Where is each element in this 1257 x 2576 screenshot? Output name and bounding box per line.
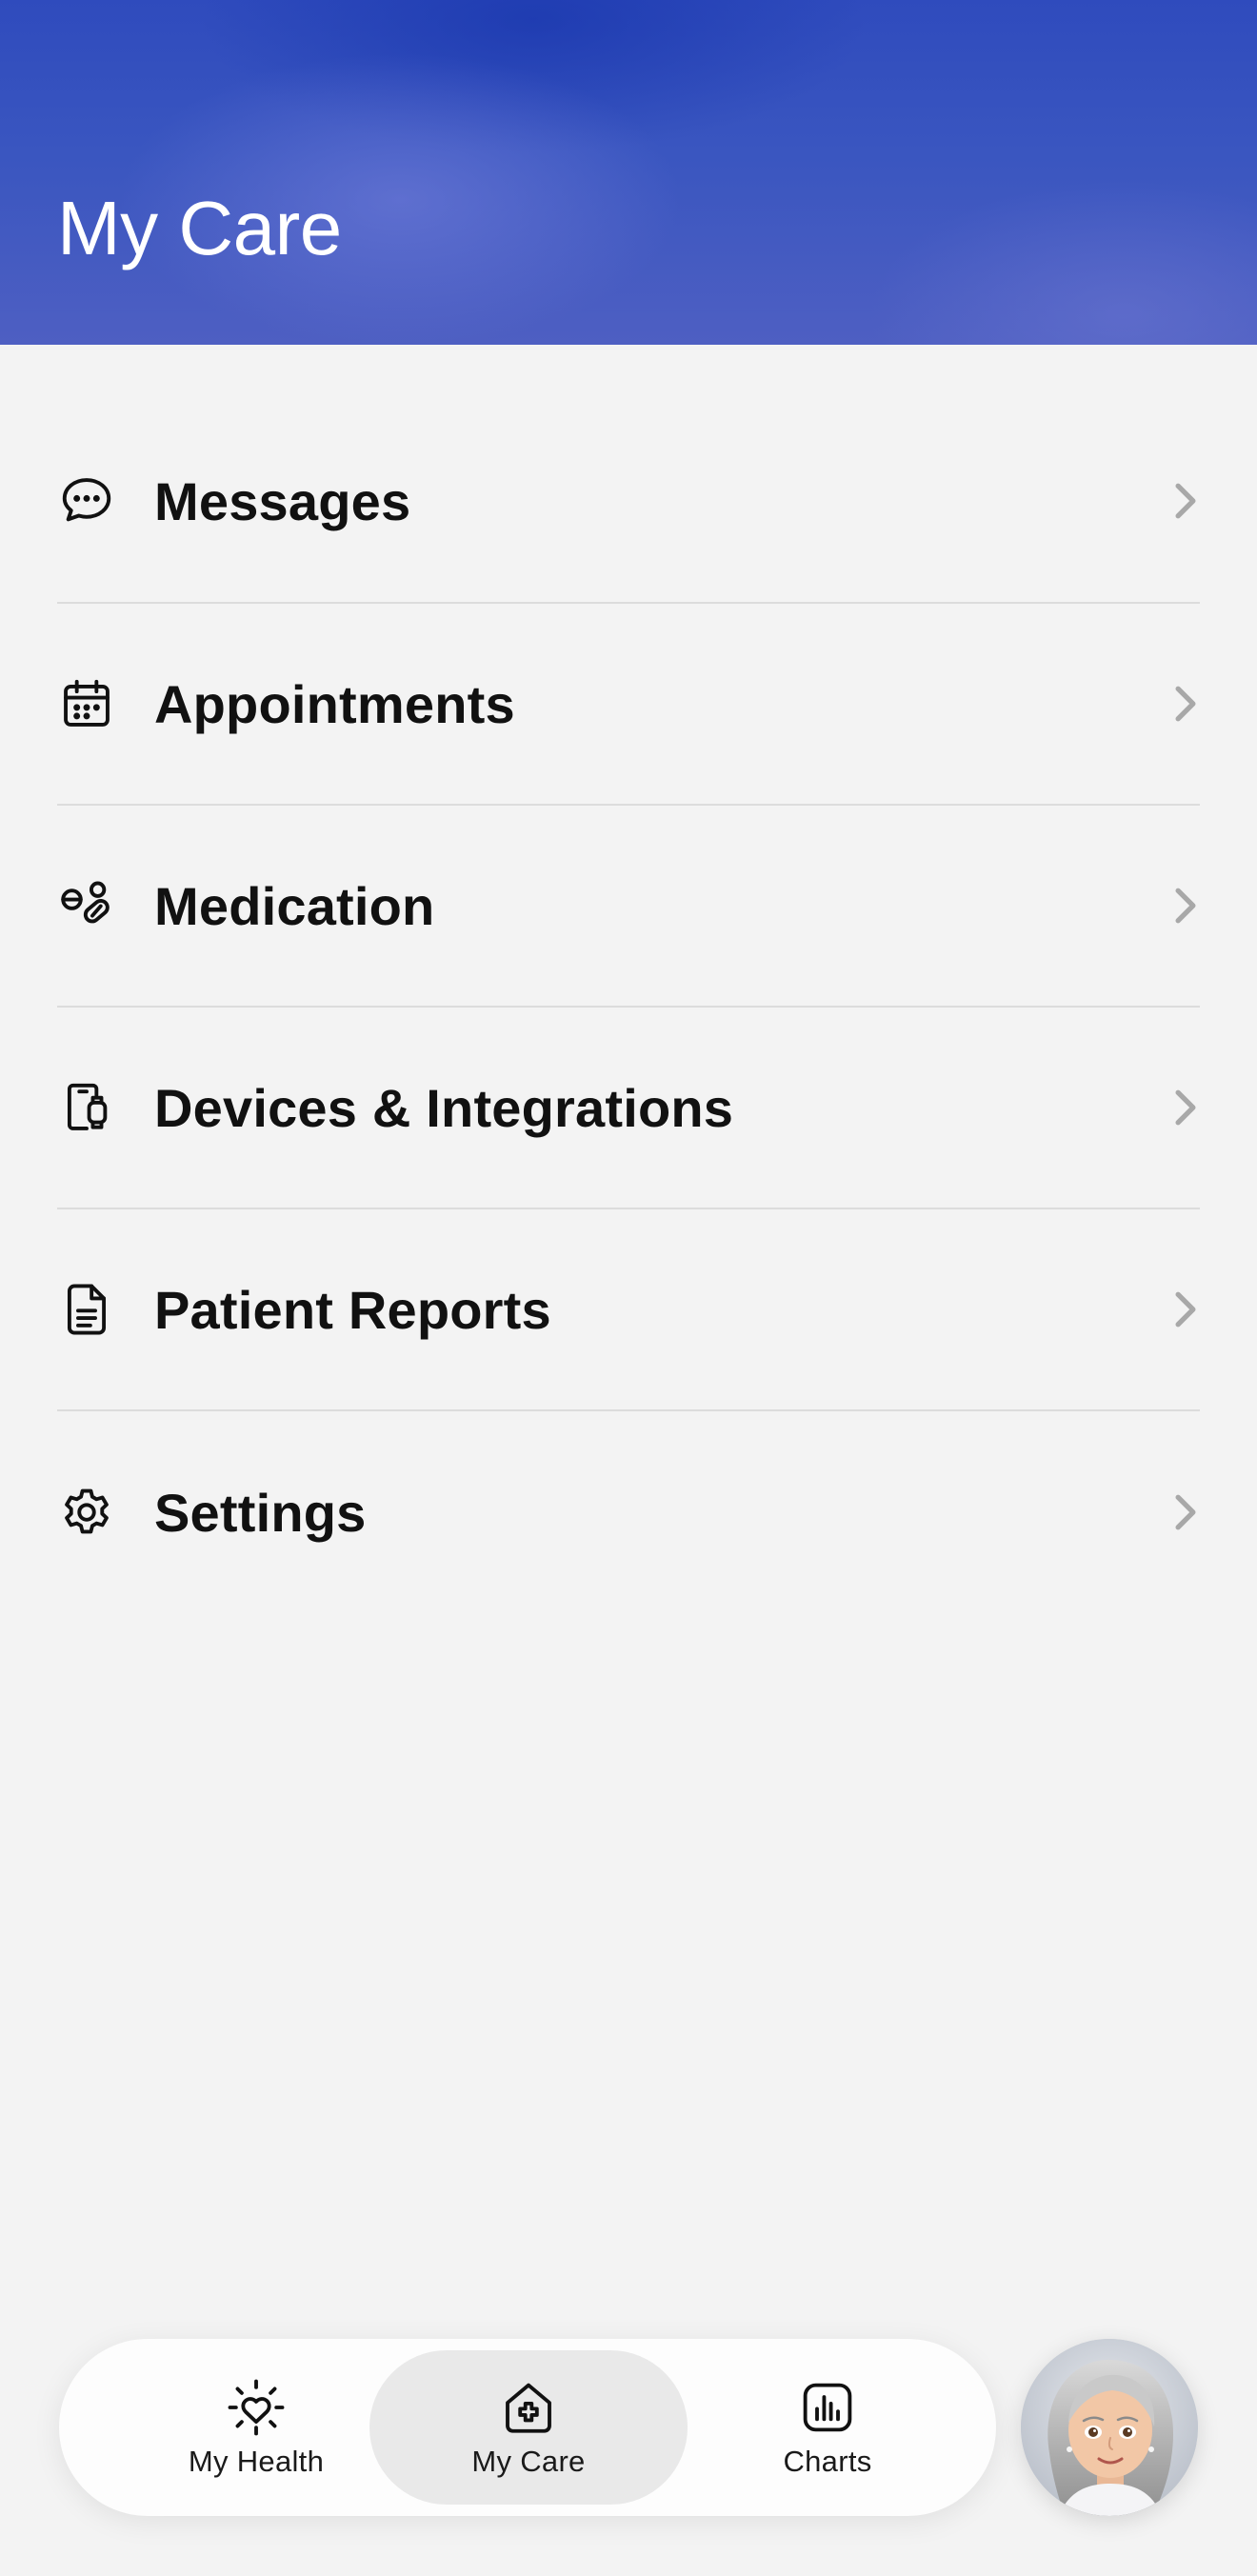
user-avatar[interactable] (1021, 2339, 1198, 2516)
menu-item-medication[interactable]: Medication (57, 806, 1200, 1008)
document-icon (57, 1275, 126, 1344)
tab-charts[interactable]: Charts (668, 2350, 987, 2505)
calendar-icon (57, 669, 126, 738)
menu-item-devices-integrations[interactable]: Devices & Integrations (57, 1008, 1200, 1209)
menu-item-label: Devices & Integrations (154, 1077, 734, 1138)
chevron-right-icon (1175, 888, 1196, 924)
menu-item-appointments[interactable]: Appointments (57, 604, 1200, 806)
chat-bubble-icon (57, 467, 126, 535)
heart-sun-icon (228, 2379, 285, 2436)
chevron-right-icon (1175, 1291, 1196, 1328)
bottom-tab-bar: My Health My Care Charts (59, 2339, 996, 2516)
menu-item-label: Medication (154, 875, 435, 936)
menu-item-patient-reports[interactable]: Patient Reports (57, 1209, 1200, 1411)
chevron-right-icon (1175, 1494, 1196, 1530)
menu-item-messages[interactable]: Messages (57, 400, 1200, 604)
tab-label: My Health (188, 2445, 325, 2478)
menu-item-label: Appointments (154, 673, 515, 734)
tab-label: Charts (783, 2445, 872, 2478)
bar-chart-icon (803, 2383, 852, 2432)
house-plus-icon (506, 2383, 551, 2433)
chevron-right-icon (1175, 686, 1196, 722)
page-header: My Care (0, 0, 1257, 345)
tab-label: My Care (471, 2445, 586, 2478)
menu-item-label: Messages (154, 470, 411, 531)
page-title: My Care (57, 186, 342, 270)
care-menu: Messages Appointments Medication Devices… (57, 400, 1200, 1613)
menu-item-settings[interactable]: Settings (57, 1411, 1200, 1613)
pills-icon (57, 871, 126, 940)
phone-watch-icon (57, 1073, 126, 1142)
menu-item-label: Settings (154, 1482, 367, 1543)
chevron-right-icon (1175, 483, 1196, 519)
menu-item-label: Patient Reports (154, 1279, 551, 1340)
gear-icon (57, 1478, 126, 1547)
tab-my-care[interactable]: My Care (369, 2350, 688, 2505)
chevron-right-icon (1175, 1089, 1196, 1126)
tab-my-health[interactable]: My Health (97, 2350, 415, 2505)
